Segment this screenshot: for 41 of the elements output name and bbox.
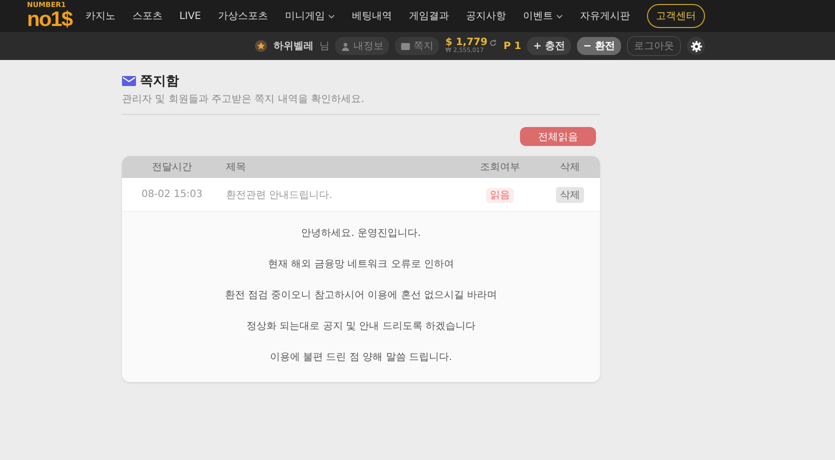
message-line: 안녕하세요. 운영진입니다. (300, 227, 422, 240)
settings-button[interactable] (687, 37, 705, 55)
delete-button[interactable]: 삭제 (556, 186, 584, 202)
message-line: 이용에 불편 드린 점 양해 말씀 드립니다. (268, 351, 454, 364)
page-title: 쪽지함 (140, 73, 179, 90)
column-header: 제목 (225, 161, 247, 174)
envelope-icon (122, 76, 136, 86)
withdraw-button[interactable]: − 환전 (577, 37, 621, 55)
page-subtitle: 관리자 및 회원들과 주고받은 쪽지 내역을 확인하세요. (122, 93, 366, 106)
avatar-icon (255, 40, 268, 52)
customer-center-button[interactable]: 고객센터 (647, 4, 705, 28)
message-line: 현재 해외 금융망 네트워크 오류로 인하여 (267, 258, 455, 271)
nav-link[interactable]: 공지사항 (466, 9, 506, 23)
settings-icon (690, 40, 702, 52)
nav-link[interactable]: 카지노 (85, 9, 116, 23)
nav-link[interactable]: 이벤트 (523, 9, 563, 23)
balance: $ 1,779 (445, 38, 488, 48)
column-header: 전달시간 (151, 161, 193, 174)
nav-link[interactable]: 자유게시판 (580, 9, 630, 23)
nav-link[interactable]: 가상스포츠 (218, 9, 268, 23)
refresh-icon[interactable] (489, 39, 498, 47)
username: 하위벨레 (273, 40, 314, 53)
envelope-icon (401, 42, 410, 50)
logout-button[interactable]: 로그아웃 (627, 36, 681, 56)
person-icon (341, 42, 350, 50)
caret-icon (328, 14, 335, 18)
read-status-badge: 읽음 (486, 188, 514, 202)
nav-link[interactable]: 미니게임 (285, 9, 335, 23)
honorific: 님 (319, 40, 330, 53)
nav-link[interactable]: LIVE (179, 10, 201, 22)
message-line: 정상화 되는대로 공지 및 안내 드리도록 하겠습니다 (245, 320, 477, 333)
deposit-button[interactable]: + 충전 (527, 37, 572, 55)
column-header: 삭제 (559, 161, 581, 174)
table-cell-text: 08-02 15:03 (140, 189, 204, 200)
nav-link[interactable]: 스포츠 (132, 9, 162, 23)
column-header: 조회여부 (479, 161, 521, 174)
caret-icon (556, 14, 563, 18)
nav-link[interactable]: 게임결과 (409, 9, 449, 23)
points: P 1 (503, 40, 522, 52)
message-line: 환전 점검 중이오니 참고하시어 이용에 혼선 없으시길 바라며 (224, 289, 498, 302)
nav-link[interactable]: 베팅내역 (352, 9, 392, 23)
